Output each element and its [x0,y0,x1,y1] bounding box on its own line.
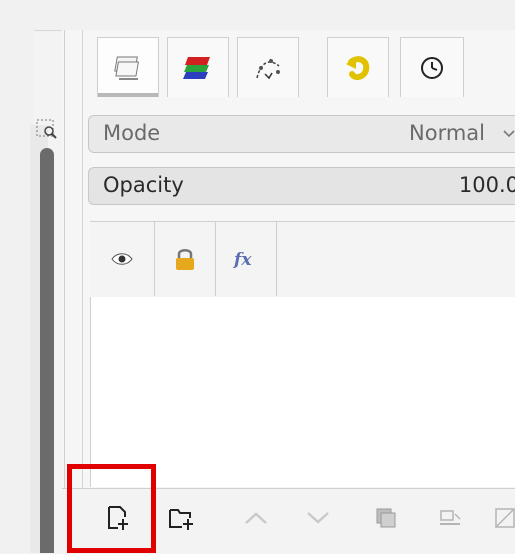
tab-history-clock[interactable] [400,37,464,97]
mask-icon [492,505,515,531]
tab-undo-history[interactable] [327,37,389,97]
new-layer-group-button[interactable] [164,500,200,536]
fx-icon: fx [232,248,260,270]
channels-icon [180,53,216,83]
chevron-down-icon [305,510,331,526]
mode-label: Mode [103,121,161,145]
mode-selector[interactable]: Mode Normal [88,115,515,153]
column-lock[interactable] [155,221,216,296]
vertical-scrollbar[interactable] [40,148,54,553]
opacity-label: Opacity [103,173,184,197]
column-visibility[interactable] [90,221,155,296]
mask-button[interactable] [492,500,515,536]
dock-divider [64,30,65,553]
layer-list[interactable] [90,297,515,487]
top-strip [0,0,515,31]
zoom-icon[interactable] [34,117,62,143]
column-effects[interactable]: fx [216,221,277,296]
chevron-up-icon [243,510,269,526]
chevron-down-icon [503,128,515,140]
svg-text:fx: fx [233,250,252,270]
left-gutter [0,0,34,553]
active-tab-indicator [98,93,158,97]
mode-value: Normal [409,121,485,145]
lower-layer-button[interactable] [300,500,336,536]
lock-icon [173,246,197,272]
merge-down-button[interactable] [432,500,468,536]
paths-icon [251,52,285,84]
tab-layers[interactable] [97,37,159,97]
layers-icon [112,53,144,83]
duplicate-icon [373,505,399,531]
duplicate-layer-button[interactable] [368,500,404,536]
opacity-slider[interactable]: Opacity 100.0 [88,167,515,205]
merge-down-icon [437,507,463,529]
new-folder-icon [167,504,197,532]
clock-icon [419,55,445,81]
highlight-box [67,464,156,553]
eye-icon [111,252,133,266]
undo-history-icon [342,52,374,84]
opacity-value: 100.0 [458,173,515,197]
tab-channels[interactable] [167,37,229,97]
raise-layer-button[interactable] [238,500,274,536]
tab-paths[interactable] [237,37,299,97]
